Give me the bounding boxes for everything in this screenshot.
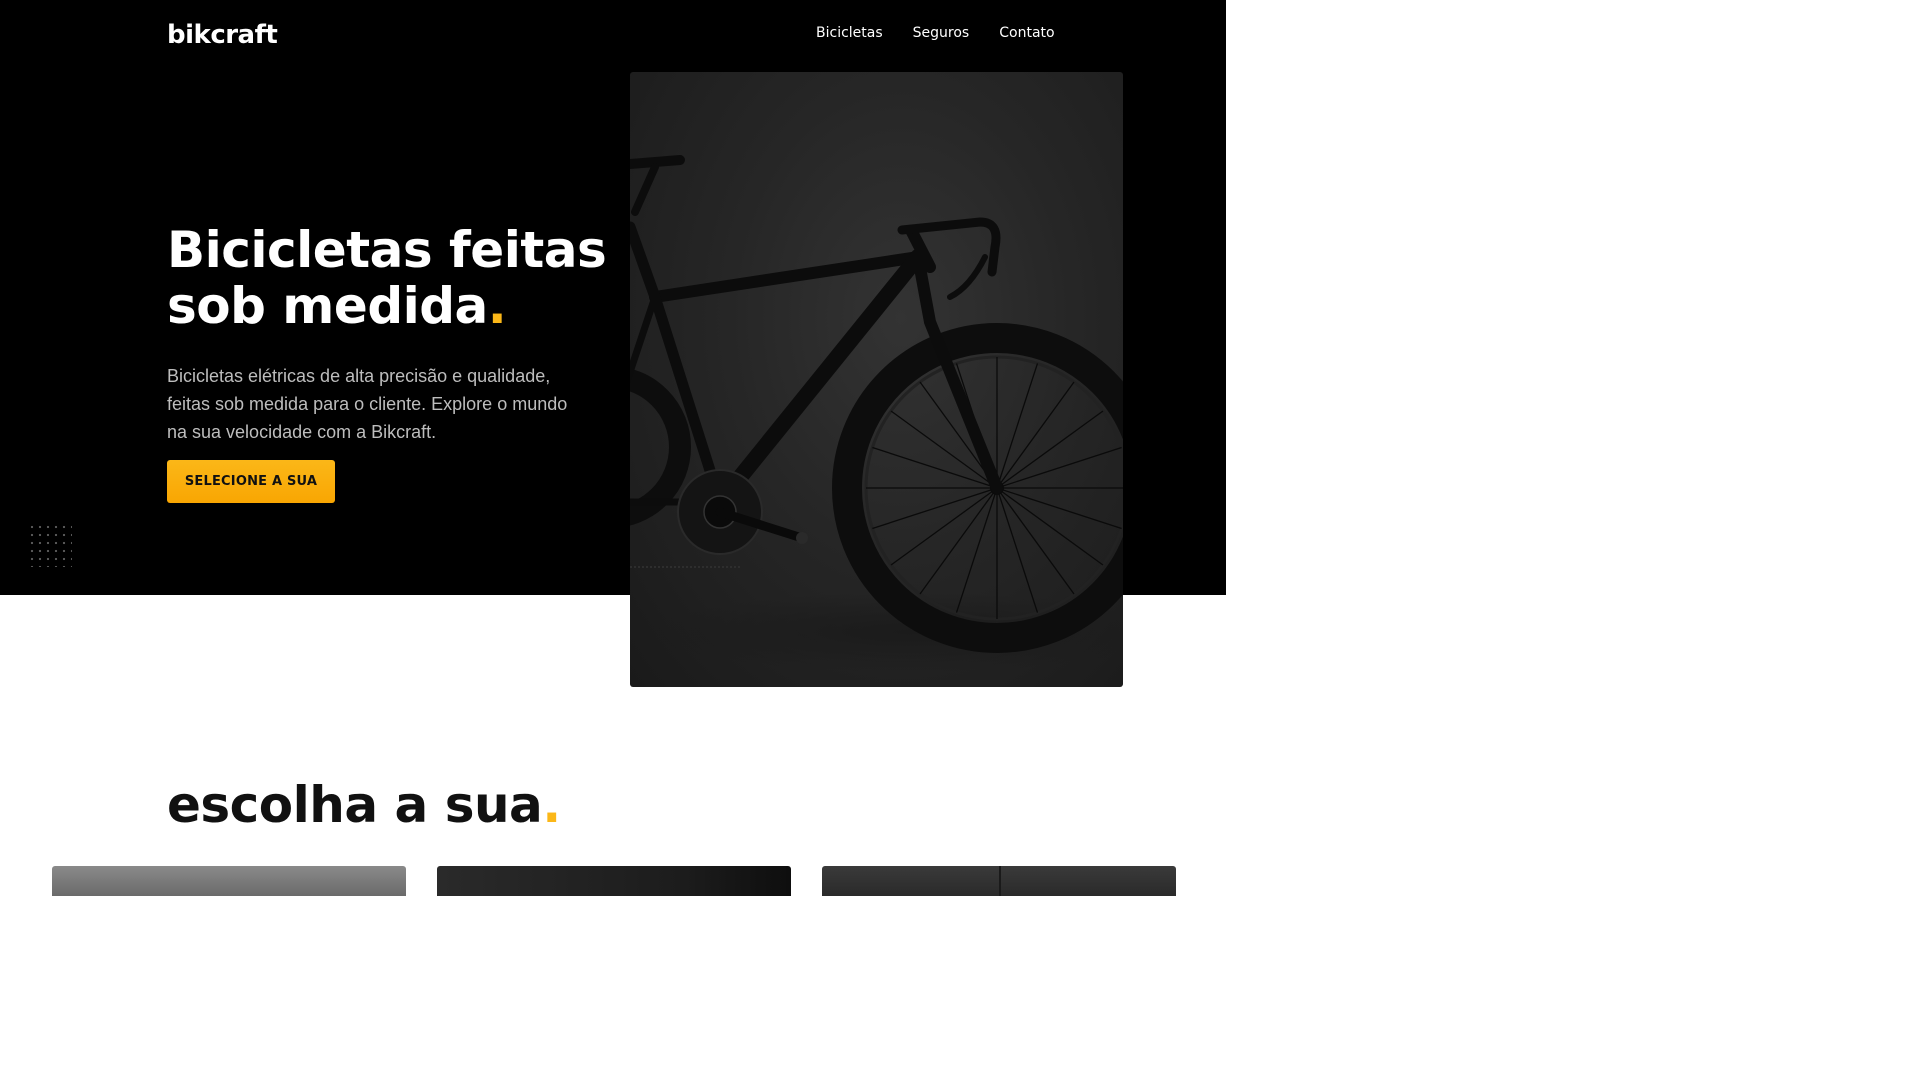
- hero-title: Bicicletas feitas sob medida.: [167, 222, 607, 334]
- decorative-dots-pattern: [28, 523, 72, 567]
- bicycle-illustration: [630, 155, 1123, 672]
- hero-title-line1: Bicicletas feitas: [167, 221, 607, 279]
- select-bike-button[interactable]: SELECIONE A SUA: [167, 460, 335, 503]
- hero-title-accent-dot: .: [487, 277, 507, 335]
- logo[interactable]: bikcraft: [167, 20, 278, 50]
- hero-title-line2: sob medida: [167, 277, 488, 335]
- products-section-title: escolha a sua.: [167, 775, 561, 835]
- product-card-2[interactable]: [437, 866, 791, 896]
- nav-link-contato[interactable]: Contato: [999, 25, 1054, 41]
- products-title-accent-dot: .: [542, 776, 561, 834]
- product-card-1[interactable]: [52, 866, 406, 896]
- hero-bike-image: [630, 72, 1123, 687]
- product-card-3[interactable]: [822, 866, 1176, 896]
- main-nav: Bicicletas Seguros Contato: [816, 25, 1055, 41]
- nav-link-bicicletas[interactable]: Bicicletas: [816, 25, 883, 41]
- products-title-text: escolha a sua: [167, 776, 543, 834]
- hero-description: Bicicletas elétricas de alta precisão e …: [167, 366, 568, 442]
- crankset: [677, 469, 808, 555]
- nav-link-seguros[interactable]: Seguros: [913, 25, 970, 41]
